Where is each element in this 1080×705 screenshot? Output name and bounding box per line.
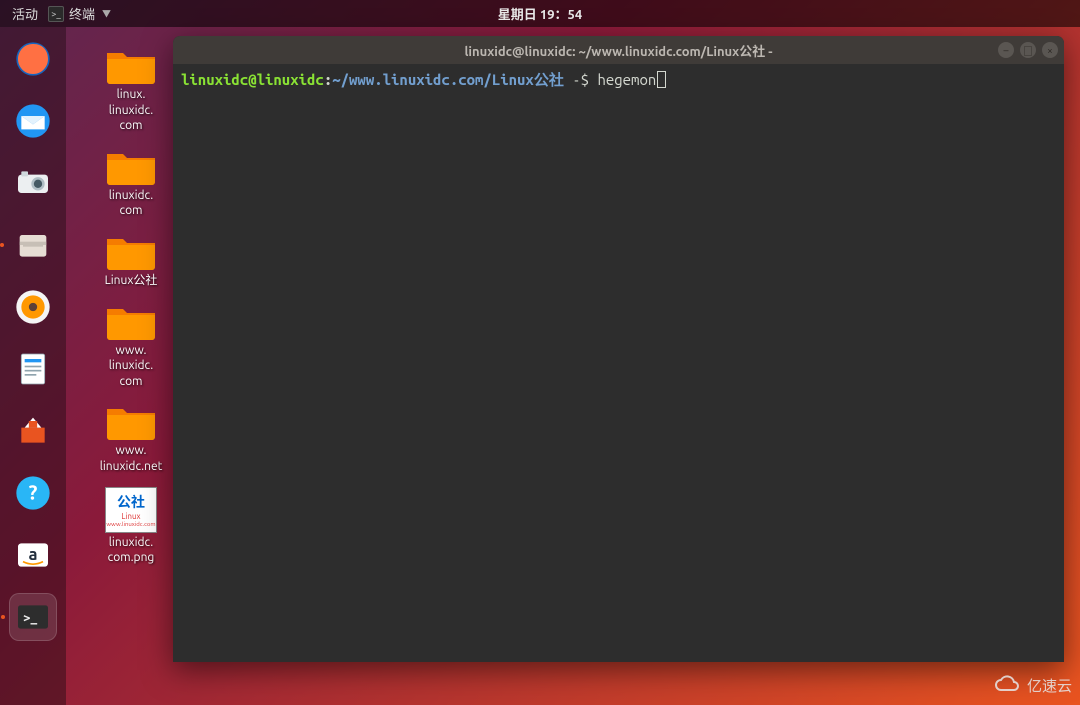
minimize-button[interactable]: – xyxy=(998,42,1014,58)
prompt-suffix: -$ xyxy=(564,71,598,88)
desktop-folder[interactable]: linuxidc.com xyxy=(86,146,176,219)
camera-icon[interactable] xyxy=(9,159,57,207)
prompt-user: linuxidc xyxy=(181,71,248,88)
desktop-folder[interactable]: Linux公社 xyxy=(86,231,176,289)
help-icon[interactable]: ? xyxy=(9,469,57,517)
app-menu-label: 终端 xyxy=(69,4,95,23)
chevron-down-icon: ▼ xyxy=(102,7,111,20)
svg-text:?: ? xyxy=(29,481,38,504)
svg-text:>_: >_ xyxy=(23,610,38,625)
amazon-icon[interactable]: a xyxy=(9,531,57,579)
window-controls: – □ × xyxy=(998,42,1058,58)
terminal-body[interactable]: linuxidc@linuxidc:~/www.linuxidc.com/Lin… xyxy=(173,64,1064,662)
desktop-icon-label: linuxidc.com.png xyxy=(108,535,155,566)
terminal-command: hegemon xyxy=(597,71,656,88)
dock: ? a >_ xyxy=(0,27,66,705)
close-button[interactable]: × xyxy=(1042,42,1058,58)
prompt-host: linuxidc xyxy=(257,71,324,88)
svg-text:a: a xyxy=(28,545,37,564)
desktop-folder[interactable]: www.linuxidc.com xyxy=(86,301,176,390)
clock[interactable]: 星期日 19：54 xyxy=(498,4,582,23)
prompt-path: ~/www.linuxidc.com/Linux公社 xyxy=(332,71,564,88)
desktop-folder[interactable]: linux.linuxidc.com xyxy=(86,45,176,134)
terminal-small-icon: >_ xyxy=(48,6,64,22)
thunderbird-icon[interactable] xyxy=(9,97,57,145)
desktop-icon-label: linuxidc.com xyxy=(109,188,153,219)
desktop-icons-column: linux.linuxidc.com linuxidc.com Linux公社 … xyxy=(86,45,176,566)
desktop-icon-label: www.linuxidc.com xyxy=(109,343,153,390)
desktop-icon-label: linux.linuxidc.com xyxy=(109,87,153,134)
maximize-button[interactable]: □ xyxy=(1020,42,1036,58)
app-menu[interactable]: >_ 终端 ▼ xyxy=(48,4,111,23)
rhythmbox-icon[interactable] xyxy=(9,283,57,331)
window-title: linuxidc@linuxidc: ~/www.linuxidc.com/Li… xyxy=(464,41,772,60)
terminal-cursor xyxy=(657,71,666,88)
libreoffice-writer-icon[interactable] xyxy=(9,345,57,393)
prompt-colon: : xyxy=(324,71,332,88)
software-center-icon[interactable] xyxy=(9,407,57,455)
terminal-window[interactable]: linuxidc@linuxidc: ~/www.linuxidc.com/Li… xyxy=(173,36,1064,662)
activities-button[interactable]: 活动 xyxy=(12,4,38,23)
terminal-icon[interactable]: >_ xyxy=(9,593,57,641)
files-icon[interactable] xyxy=(9,221,57,269)
desktop-file-png[interactable]: 公社 Linux www.linuxidc.com linuxidc.com.p… xyxy=(86,487,176,566)
watermark: 亿速云 xyxy=(993,674,1072,697)
cloud-icon xyxy=(993,674,1021,697)
desktop-folder[interactable]: www.linuxidc.net xyxy=(86,401,176,474)
desktop-icon-label: Linux公社 xyxy=(105,273,158,289)
png-thumbnail: 公社 Linux www.linuxidc.com xyxy=(105,487,157,533)
watermark-text: 亿速云 xyxy=(1027,675,1072,696)
window-titlebar[interactable]: linuxidc@linuxidc: ~/www.linuxidc.com/Li… xyxy=(173,36,1064,64)
top-bar: 活动 >_ 终端 ▼ 星期日 19：54 xyxy=(0,0,1080,27)
firefox-icon[interactable] xyxy=(9,35,57,83)
desktop-icon-label: www.linuxidc.net xyxy=(100,443,163,474)
prompt-at: @ xyxy=(248,71,256,88)
